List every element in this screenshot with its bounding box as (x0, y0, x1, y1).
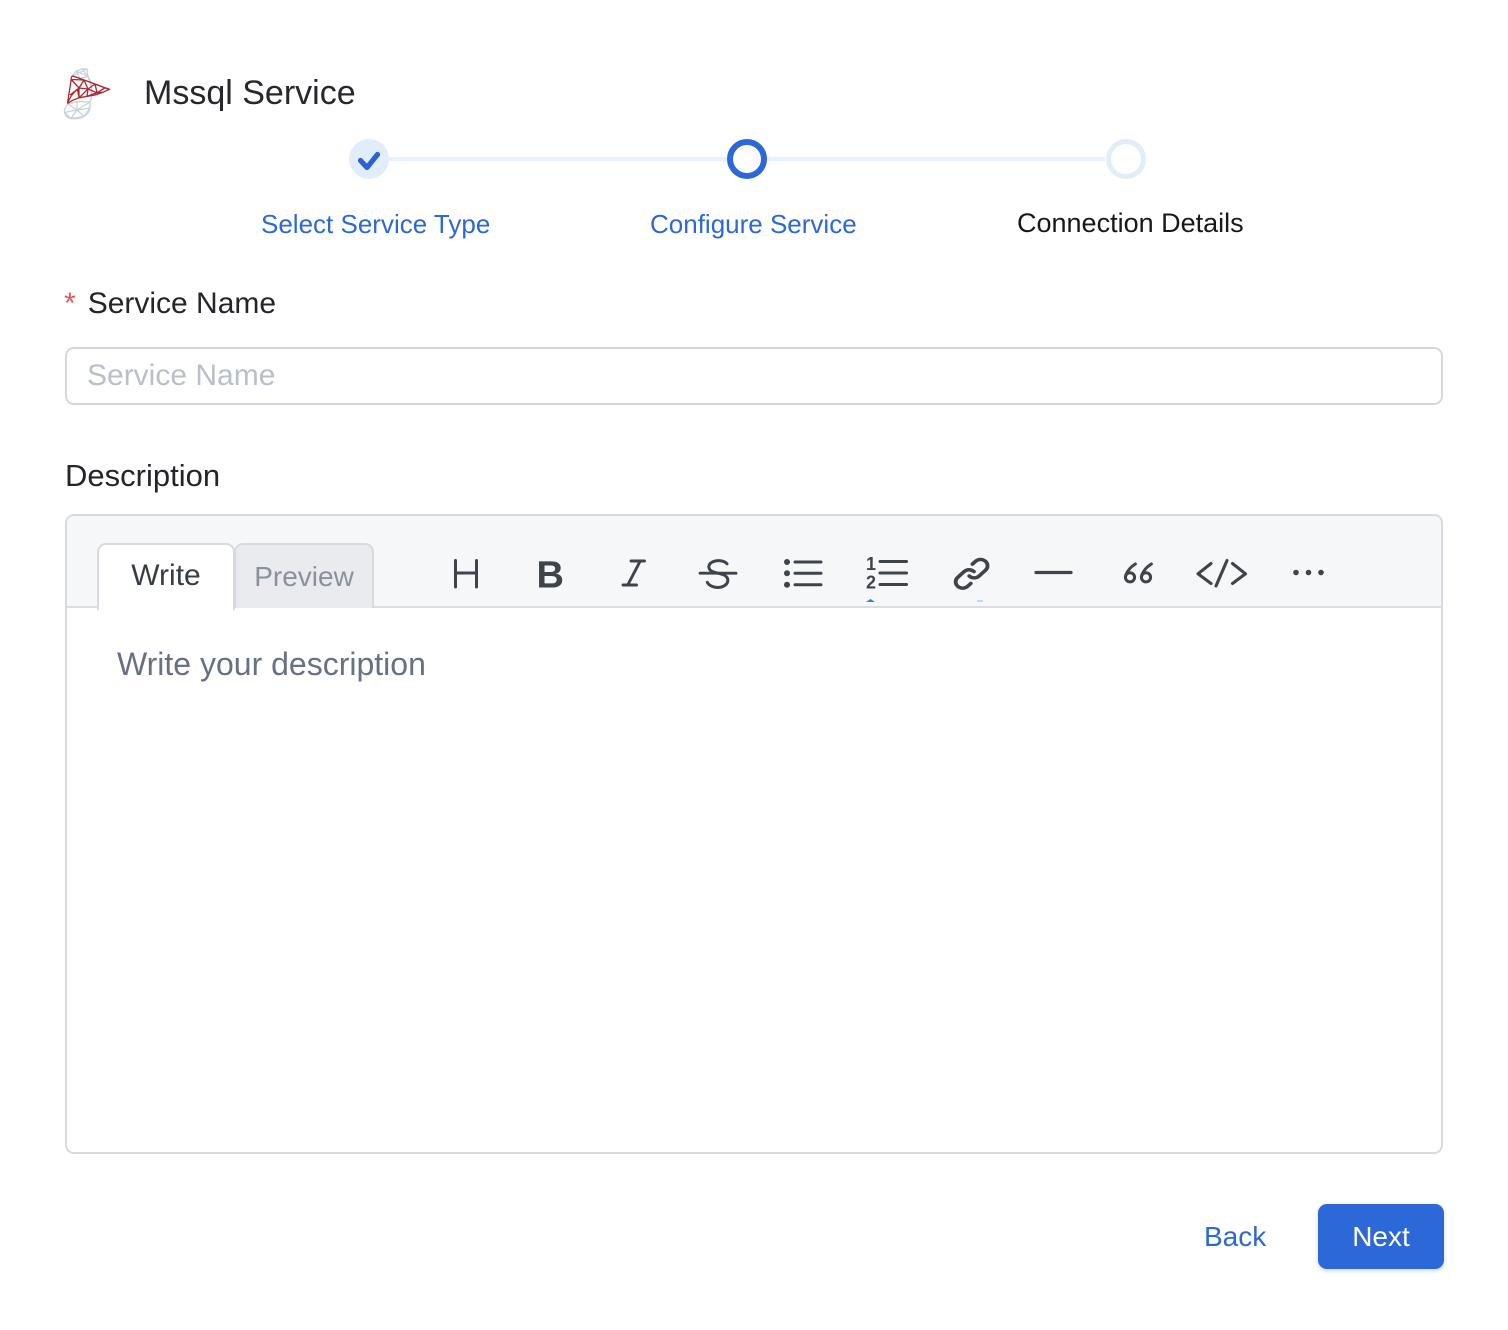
svg-text:1: 1 (866, 554, 876, 574)
svg-text:B: B (537, 554, 564, 596)
svg-text:2: 2 (866, 573, 876, 593)
